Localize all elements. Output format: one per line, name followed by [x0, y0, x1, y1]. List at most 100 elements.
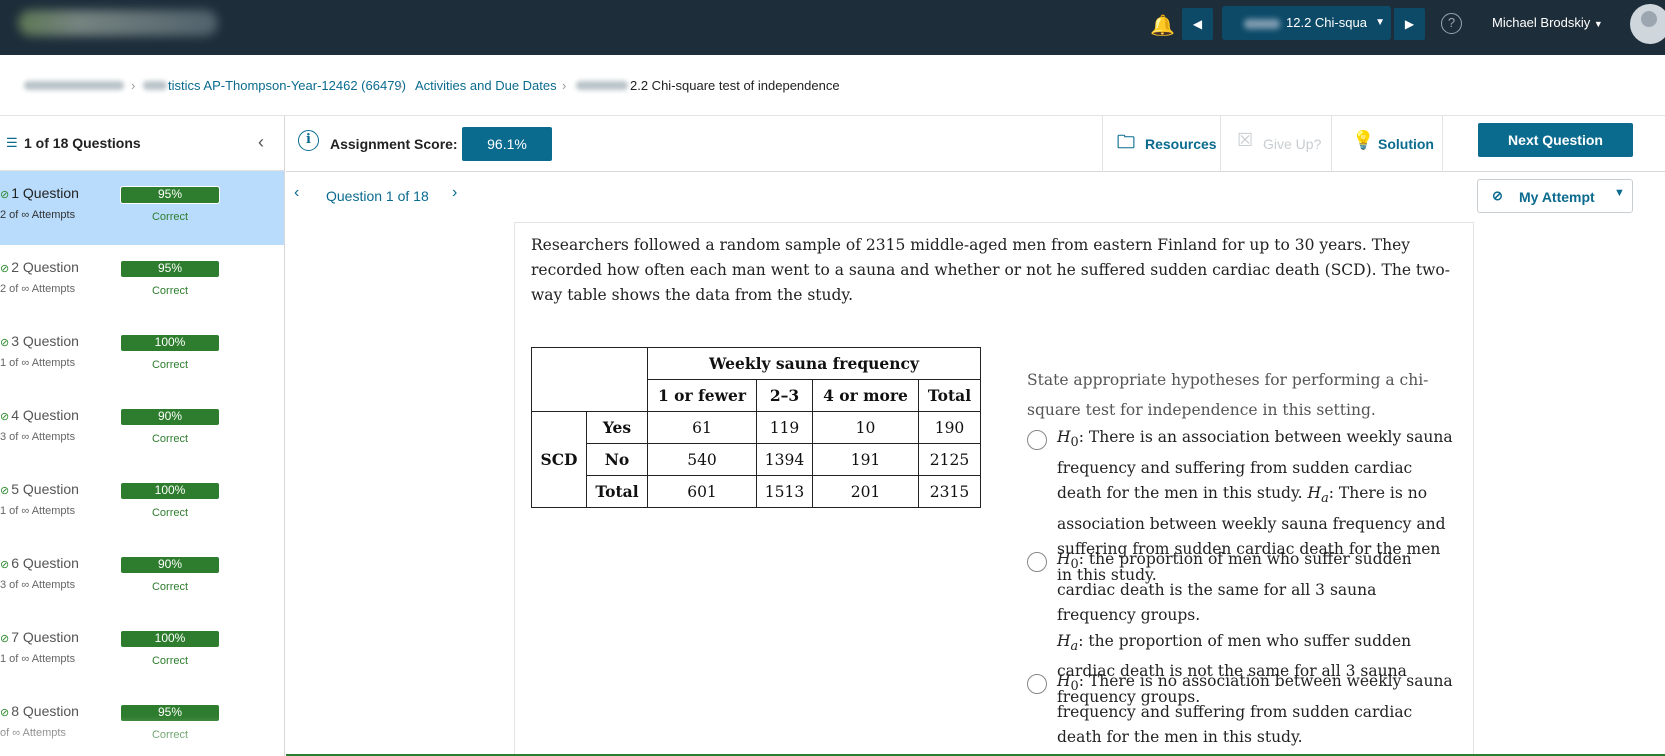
- table-cell: 1394: [756, 443, 813, 476]
- solution-button[interactable]: 💡 Solution: [1331, 116, 1442, 172]
- help-icon[interactable]: ?: [1441, 13, 1462, 34]
- sidebar-question-item[interactable]: ⊘ 1 Question 2 of ∞ Attempts 95% Correct: [0, 171, 284, 245]
- radio-button[interactable]: [1027, 674, 1047, 694]
- status-label: Correct: [151, 433, 189, 445]
- answer-option-text: H0: There is no association between week…: [1057, 672, 1453, 747]
- score-progress-bar: 90%: [120, 556, 220, 574]
- list-icon: ☰: [6, 135, 18, 150]
- sidebar-question-item[interactable]: ⊘ 4 Question 3 of ∞ Attempts 90% Correct: [0, 393, 284, 467]
- question-title: ⊘ 2 Question: [0, 259, 79, 275]
- h0-text: : the proportion of men who suffer sudde…: [1057, 550, 1412, 625]
- sidebar-title: 1 of 18 Questions: [24, 135, 141, 151]
- question-title: ⊘ 1 Question: [0, 185, 79, 201]
- radio-button[interactable]: [1027, 552, 1047, 572]
- check-circle-icon: ⊘: [0, 337, 10, 349]
- assignment-select[interactable]: 12.2 Chi-squa ▼: [1222, 6, 1391, 40]
- table-cell: 119: [756, 411, 813, 444]
- check-circle-icon: ⊘: [0, 263, 10, 275]
- question-counter[interactable]: Question 1 of 18: [326, 188, 429, 204]
- sidebar-question-item[interactable]: ⊘ 2 Question 2 of ∞ Attempts 95% Correct: [0, 245, 284, 319]
- table-cell: 191: [812, 443, 919, 476]
- sidebar-question-item[interactable]: ⊘ 6 Question 3 of ∞ Attempts 90% Correct: [0, 541, 284, 615]
- assignment-score-badge: 96.1%: [462, 127, 552, 161]
- avatar[interactable]: [1630, 4, 1665, 44]
- bell-icon[interactable]: 🔔: [1150, 15, 1175, 37]
- attempts-count: 3 of ∞ Attempts: [0, 579, 76, 591]
- status-label: Correct: [151, 285, 189, 297]
- score-progress-bar: 90%: [120, 408, 220, 426]
- status-label: Correct: [151, 211, 189, 223]
- table-col-header: 2–3: [756, 379, 813, 412]
- next-question-button[interactable]: Next Question: [1478, 123, 1633, 157]
- status-label: Correct: [151, 655, 189, 667]
- lightbulb-icon: 💡: [1352, 130, 1375, 150]
- table-cell: 2125: [918, 443, 981, 476]
- check-circle-icon: ⊘: [1492, 188, 1503, 203]
- status-label: Correct: [151, 359, 189, 371]
- table-cell: 601: [647, 475, 757, 508]
- assignment-score-label: Assignment Score:: [330, 136, 458, 152]
- answer-option-3[interactable]: H0: There is no association between week…: [1027, 669, 1457, 756]
- user-menu[interactable]: Michael Brodskiy ▼: [1492, 15, 1603, 30]
- table-cell: 61: [647, 411, 757, 444]
- attempts-count: 3 of ∞ Attempts: [0, 431, 76, 443]
- breadcrumb-course[interactable]: tistics AP-Thompson-Year-12462 (66479): [168, 78, 406, 93]
- breadcrumb-separator-icon: ›: [398, 78, 403, 93]
- sidebar-question-item[interactable]: ⊘ 3 Question 1 of ∞ Attempts 100% Correct: [0, 319, 284, 393]
- breadcrumb: › tistics AP-Thompson-Year-12462 (66479)…: [0, 56, 1665, 116]
- question-title: ⊘ 6 Question: [0, 555, 79, 571]
- table-group-header: Weekly sauna frequency: [647, 347, 981, 380]
- collapse-sidebar-icon[interactable]: ‹: [258, 132, 264, 153]
- question-label: 6 Question: [11, 555, 79, 571]
- my-attempt-dropdown[interactable]: ⊘ My Attempt ▼: [1477, 179, 1633, 213]
- question-title: ⊘ 4 Question: [0, 407, 79, 423]
- table-row-header: No: [586, 443, 648, 476]
- breadcrumb-course-blur: [143, 81, 167, 90]
- h0-text: : There is no association between weekly…: [1057, 672, 1453, 747]
- table-row-header: Total: [586, 475, 648, 508]
- table-cell: 10: [812, 411, 919, 444]
- chevron-down-icon: ▼: [1375, 17, 1385, 28]
- question-list: ⊘ 1 Question 2 of ∞ Attempts 95% Correct ⊘ 2 Q…: [0, 171, 284, 756]
- info-icon[interactable]: i: [298, 130, 319, 151]
- user-name: Michael Brodskiy: [1492, 15, 1591, 30]
- table-col-header: Total: [918, 379, 981, 412]
- next-assignment-icon[interactable]: ▶: [1394, 8, 1425, 40]
- radio-button[interactable]: [1027, 430, 1047, 450]
- question-label: 4 Question: [11, 407, 79, 423]
- brand-logo[interactable]: [18, 10, 218, 36]
- question-label: 1 Question: [11, 185, 79, 201]
- give-up-button[interactable]: ☒ Give Up?: [1220, 116, 1331, 172]
- answer-option-1[interactable]: H0: There is an association between week…: [1027, 425, 1457, 584]
- score-progress-bar: 100%: [120, 334, 220, 352]
- resources-button[interactable]: 🗀 Resources: [1102, 116, 1220, 172]
- question-label: 3 Question: [11, 333, 79, 349]
- prev-question-icon[interactable]: ‹: [294, 184, 299, 202]
- sidebar-question-item[interactable]: ⊘ 5 Question 1 of ∞ Attempts 100% Correct: [0, 467, 284, 541]
- attempts-count: 2 of ∞ Attempts: [0, 283, 76, 295]
- question-nav: ‹ Question 1 of 18 ›: [286, 172, 1665, 222]
- attempts-count: 2 of ∞ Attempts: [0, 209, 76, 221]
- breadcrumb-home-blur[interactable]: [24, 81, 124, 90]
- my-attempt-label: My Attempt: [1519, 189, 1595, 205]
- breadcrumb-separator-icon: ›: [562, 78, 567, 93]
- next-question-icon[interactable]: ›: [452, 184, 457, 202]
- sidebar-question-item[interactable]: ⊘ 7 Question 1 of ∞ Attempts 100% Correct: [0, 615, 284, 689]
- answer-option-2[interactable]: H0: the proportion of men who suffer sud…: [1027, 547, 1457, 706]
- table-col-header: 1 or fewer: [647, 379, 757, 412]
- score-bar: i Assignment Score: 96.1% 🗀 Resources ☒ …: [286, 116, 1665, 172]
- table-cell: 1513: [756, 475, 813, 508]
- breadcrumb-activities[interactable]: Activities and Due Dates: [415, 78, 557, 93]
- table-cell: 2315: [918, 475, 981, 508]
- question-title: ⊘ 3 Question: [0, 333, 79, 349]
- check-circle-icon: ⊘: [0, 633, 10, 645]
- table-row-header: Yes: [586, 411, 648, 444]
- question-title: ⊘ 7 Question: [0, 629, 79, 645]
- chevron-down-icon: ▼: [1614, 187, 1625, 199]
- check-circle-icon: ⊘: [0, 189, 10, 201]
- prev-assignment-icon[interactable]: ◀: [1182, 8, 1213, 40]
- question-label: 2 Question: [11, 259, 79, 275]
- score-progress-bar: 95%: [120, 186, 220, 204]
- sidebar-header: ☰ 1 of 18 Questions ‹: [0, 116, 284, 171]
- table-cell: 190: [918, 411, 981, 444]
